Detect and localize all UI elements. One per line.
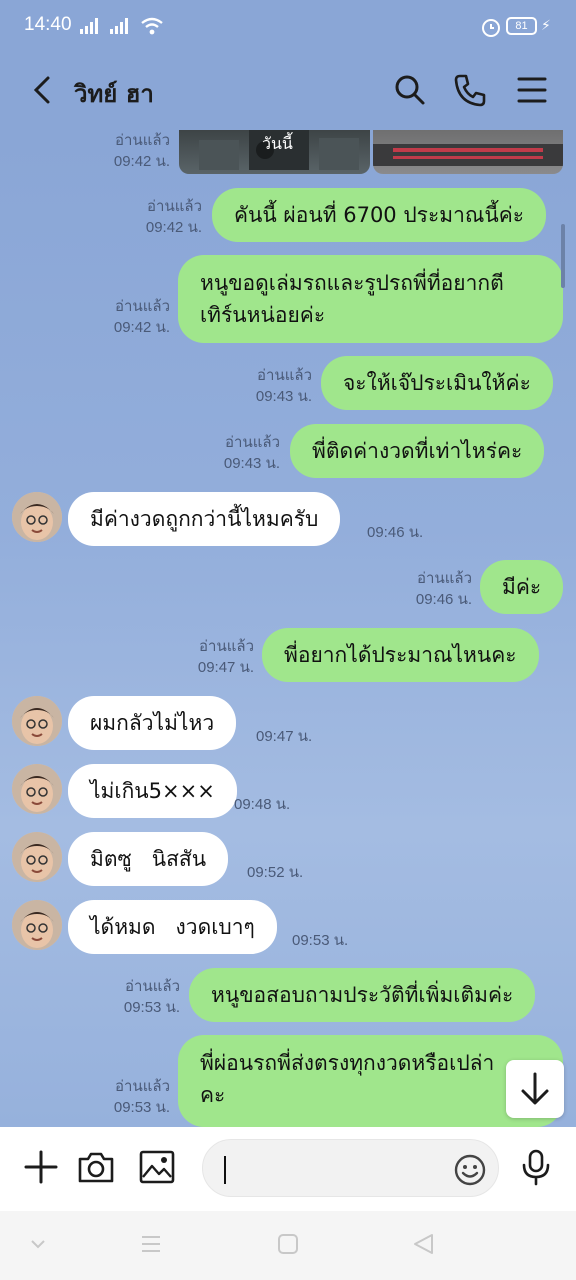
message-meta: อ่านแล้ว 09:47 น.	[197, 638, 254, 676]
message-meta: อ่านแล้ว 09:42 น.	[113, 298, 170, 336]
plus-icon[interactable]	[21, 1147, 61, 1187]
incoming-message[interactable]: ไม่เกิน5×××	[68, 764, 237, 818]
message-meta: อ่านแล้ว 09:43 น.	[255, 367, 312, 405]
message-meta: อ่านแล้ว 09:46 น.	[415, 570, 472, 608]
outgoing-message[interactable]: คันนี้ ผ่อนที่ 6700 ประมาณนี้ค่ะ	[212, 188, 547, 242]
message-input-bar	[0, 1127, 576, 1211]
emoji-icon[interactable]	[453, 1153, 487, 1187]
nav-recents-icon[interactable]	[140, 1233, 162, 1255]
status-bar: 14:40 81 ⚡	[0, 0, 576, 50]
scroll-to-bottom-button[interactable]	[506, 1060, 564, 1118]
message-meta: อ่านแล้ว 09:43 น.	[223, 434, 280, 472]
battery-indicator: 81	[506, 17, 537, 35]
charging-icon: ⚡	[541, 18, 551, 34]
camera-icon[interactable]	[76, 1147, 116, 1187]
message-input[interactable]	[223, 1152, 443, 1186]
wifi-icon	[141, 17, 163, 35]
car-front-image[interactable]	[373, 130, 563, 174]
message-time: 09:47 น.	[256, 728, 313, 745]
incoming-message[interactable]: ได้หมด งวดเบาๆ	[68, 900, 277, 954]
message-field[interactable]	[202, 1139, 499, 1197]
incoming-message[interactable]: มิตซู นิสสัน	[68, 832, 229, 886]
alarm-icon	[482, 19, 500, 37]
status-time: 14:40	[24, 14, 72, 35]
outgoing-message[interactable]: จะให้เจ๊ประเมินให้ค่ะ	[321, 356, 553, 410]
avatar[interactable]	[12, 832, 62, 882]
chevron-left-icon[interactable]	[28, 70, 58, 110]
outgoing-message[interactable]: พี่อยากได้ประมาณไหนคะ	[262, 628, 539, 682]
signal-icon	[80, 18, 98, 34]
phone-icon[interactable]	[450, 70, 490, 110]
outgoing-message[interactable]: มีค่ะ	[480, 560, 564, 614]
contact-name: วิทย์ ฮา	[74, 80, 154, 108]
incoming-message[interactable]: มีค่างวดถูกกว่านี้ไหมครับ	[68, 492, 341, 546]
message-meta: อ่านแล้ว 09:53 น.	[123, 978, 180, 1016]
message-time: 09:52 น.	[247, 864, 304, 881]
avatar[interactable]	[12, 900, 62, 950]
chat-area[interactable]: อ่านแล้ว 09:42 น. วันนี้ อ่านแล้ว 09:42 น.…	[0, 130, 576, 1127]
message-time: 09:46 น.	[367, 524, 424, 541]
image-icon[interactable]	[137, 1147, 177, 1187]
search-icon[interactable]	[390, 70, 430, 110]
arrow-down-icon	[521, 1072, 549, 1105]
menu-icon[interactable]	[512, 70, 552, 110]
outgoing-message[interactable]: พี่ติดค่างวดที่เท่าไหร่คะ	[290, 424, 545, 478]
outgoing-message[interactable]: หนูขอสอบถามประวัติที่เพิ่มเติมค่ะ	[189, 968, 536, 1022]
nav-home-icon[interactable]	[277, 1233, 299, 1255]
incoming-message[interactable]: ผมกลัวไม่ไหว	[68, 696, 237, 750]
chat-header: วิทย์ ฮา	[0, 50, 576, 130]
signal-icon-2	[110, 18, 128, 34]
microphone-icon[interactable]	[516, 1147, 556, 1187]
avatar[interactable]	[12, 764, 62, 814]
chat-scrollbar[interactable]	[561, 224, 565, 288]
avatar[interactable]	[12, 696, 62, 746]
message-meta: อ่านแล้ว 09:53 น.	[113, 1078, 170, 1116]
message-time: 09:48 น.	[234, 796, 291, 813]
outgoing-message[interactable]: หนูขอดูเล่มรถและรูปรถพี่ที่อยากตี เทิร์นห…	[178, 255, 563, 343]
message-meta: อ่านแล้ว 09:42 น.	[145, 198, 202, 236]
message-meta: อ่านแล้ว 09:42 น.	[113, 132, 170, 170]
message-time: 09:53 น.	[292, 932, 349, 949]
text-caret	[224, 1156, 226, 1184]
avatar[interactable]	[12, 492, 62, 542]
nav-back-icon[interactable]	[412, 1233, 434, 1255]
day-label: วันนี้	[262, 134, 293, 153]
system-nav-bar	[0, 1211, 576, 1280]
nav-collapse-icon[interactable]	[28, 1233, 48, 1253]
